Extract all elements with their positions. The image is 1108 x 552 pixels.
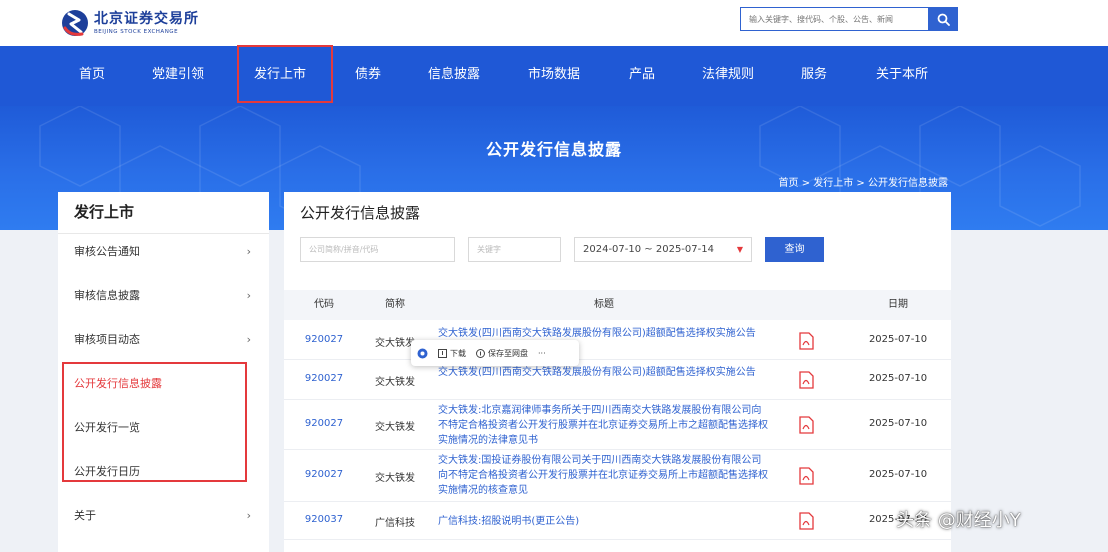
banner-title: 公开发行信息披露 — [485, 140, 622, 159]
nav-item-party-building[interactable]: 党建引领 — [142, 46, 214, 106]
row-date: 2025-07-10 — [868, 334, 928, 345]
row-title-link[interactable]: 交大铁发:国投证券股份有限公司关于四川西南交大铁路发展股份有限公司向不特定合格投… — [438, 453, 770, 498]
row-title-link[interactable]: 交大铁发(四川西南交大铁路发展股份有限公司)超额配售选择权实施公告 — [438, 365, 770, 395]
site-header: 北京证券交易所 BEIJING STOCK EXCHANGE — [0, 0, 1108, 46]
main-nav: 首页 党建引领 发行上市 债券 信息披露 市场数据 产品 法律规则 服务 关于本… — [0, 46, 1108, 106]
row-date: 2025-07-10 — [868, 373, 928, 384]
download-label: 下载 — [450, 348, 466, 358]
pdf-icon[interactable] — [798, 416, 814, 434]
chevron-right-icon: › — [246, 333, 251, 346]
row-name: 交大铁发 — [375, 422, 415, 433]
row-title-link[interactable]: 广信科技:招股说明书(更正公告) — [438, 514, 770, 529]
caret-down-icon: ▼ — [736, 245, 743, 254]
row-title-link[interactable]: 交大铁发(四川西南交大铁路发展股份有限公司)超额配售选择权实施公告 — [438, 326, 770, 341]
sidebar-item-label: 审核信息披露 — [74, 289, 140, 302]
site-search — [740, 7, 958, 31]
logo-name-en: BEIJING STOCK EXCHANGE — [94, 28, 179, 35]
table-row: 920027 交大铁发 交大铁发:国投证券股份有限公司关于四川西南交大铁路发展股… — [284, 450, 951, 502]
row-date: 2025-07-10 — [868, 418, 928, 429]
date-range-picker[interactable]: 2024-07-10 ~ 2025-07-14 ▼ — [574, 237, 752, 262]
main-panel: 公开发行信息披露 公司简称/拼音/代码 关键字 2024-07-10 ~ 202… — [284, 192, 951, 552]
toolbar-app-icon[interactable] — [417, 348, 428, 359]
nav-item-bonds[interactable]: 债券 — [346, 46, 390, 106]
row-code[interactable]: 920027 — [292, 334, 356, 345]
watermark-text: 头条 @财经小Y — [896, 510, 1021, 531]
chevron-right-icon: › — [246, 245, 251, 258]
table-row: 920037 广信科技 广信科技:招股说明书(更正公告) 2025-07-10 — [284, 502, 951, 540]
table-header: 代码 简称 标题 日期 — [284, 290, 951, 320]
table-row: 920027 交大铁发 交大铁发(四川西南交大铁路发展股份有限公司)超额配售选择… — [284, 322, 951, 360]
sidebar-title: 发行上市 — [58, 192, 269, 234]
search-button[interactable] — [928, 7, 958, 31]
column-header-date: 日期 — [888, 299, 908, 310]
save-label: 保存至网盘 — [488, 348, 528, 358]
nav-item-market-data[interactable]: 市场数据 — [518, 46, 590, 106]
circle-logo-icon — [417, 348, 428, 358]
company-filter-input[interactable]: 公司简称/拼音/代码 — [300, 237, 455, 262]
pdf-icon[interactable] — [798, 371, 814, 389]
nav-item-rules[interactable]: 法律规则 — [692, 46, 764, 106]
query-button[interactable]: 查询 — [765, 237, 824, 262]
table-row: 920027 交大铁发 交大铁发:北京嘉润律师事务所关于四川西南交大铁路发展股份… — [284, 400, 951, 450]
keyword-filter-input[interactable]: 关键字 — [468, 237, 561, 262]
row-name: 交大铁发 — [375, 377, 415, 388]
pdf-icon[interactable] — [798, 467, 814, 485]
row-code[interactable]: 920037 — [292, 514, 356, 525]
row-name: 交大铁发 — [375, 473, 415, 484]
sidebar-item-label: 关于 — [74, 509, 96, 522]
nav-item-services[interactable]: 服务 — [792, 46, 836, 106]
table-row: 920027 交大铁发 交大铁发(四川西南交大铁路发展股份有限公司)超额配售选择… — [284, 360, 951, 400]
download-icon — [438, 348, 447, 358]
nav-item-products[interactable]: 产品 — [620, 46, 664, 106]
save-to-drive-button[interactable]: 保存至网盘 — [476, 348, 528, 359]
pdf-icon[interactable] — [798, 332, 814, 350]
nav-highlight-box — [237, 45, 333, 103]
cloud-save-icon — [476, 348, 485, 358]
row-name: 广信科技 — [375, 518, 415, 529]
chevron-right-icon: › — [246, 289, 251, 302]
download-button[interactable]: 下载 — [438, 348, 466, 359]
row-title-link[interactable]: 交大铁发:北京嘉润律师事务所关于四川西南交大铁路发展股份有限公司向不特定合格投资… — [438, 403, 770, 448]
sidebar-highlight-box — [62, 362, 247, 482]
sidebar-item-label: 审核项目动态 — [74, 333, 140, 346]
row-code[interactable]: 920027 — [292, 469, 356, 480]
search-icon — [937, 13, 950, 26]
column-header-code: 代码 — [314, 299, 334, 310]
breadcrumb[interactable]: 首页 > 发行上市 > 公开发行信息披露 — [779, 174, 948, 189]
page-title: 公开发行信息披露 — [300, 204, 421, 222]
sidebar-item-review-disclosure[interactable]: 审核信息披露 › — [58, 274, 269, 318]
row-code[interactable]: 920027 — [292, 418, 356, 429]
selection-toolbar: 下载 保存至网盘 ··· — [411, 340, 579, 366]
nav-item-about[interactable]: 关于本所 — [866, 46, 938, 106]
sidebar-item-about[interactable]: 关于 › — [58, 494, 269, 538]
date-range-value: 2024-07-10 ~ 2025-07-14 — [583, 244, 714, 255]
pdf-icon[interactable] — [798, 512, 814, 530]
exchange-logo[interactable]: 北京证券交易所 BEIJING STOCK EXCHANGE — [60, 4, 199, 42]
nav-item-disclosure[interactable]: 信息披露 — [418, 46, 490, 106]
chevron-right-icon: › — [246, 509, 251, 522]
nav-item-home[interactable]: 首页 — [70, 46, 114, 106]
column-header-name: 简称 — [385, 299, 405, 310]
sidebar-item-review-notices[interactable]: 审核公告通知 › — [58, 230, 269, 274]
row-code[interactable]: 920027 — [292, 373, 356, 384]
row-date: 2025-07-10 — [868, 469, 928, 480]
sidebar-item-label: 审核公告通知 — [74, 245, 140, 258]
logo-name-cn: 北京证券交易所 — [94, 10, 199, 27]
sidebar-item-review-progress[interactable]: 审核项目动态 › — [58, 318, 269, 362]
more-button[interactable]: ··· — [538, 349, 546, 358]
search-input[interactable] — [740, 7, 928, 31]
logo-icon — [60, 6, 90, 40]
column-header-title: 标题 — [594, 299, 614, 310]
logo-text: 北京证券交易所 BEIJING STOCK EXCHANGE — [94, 11, 199, 36]
